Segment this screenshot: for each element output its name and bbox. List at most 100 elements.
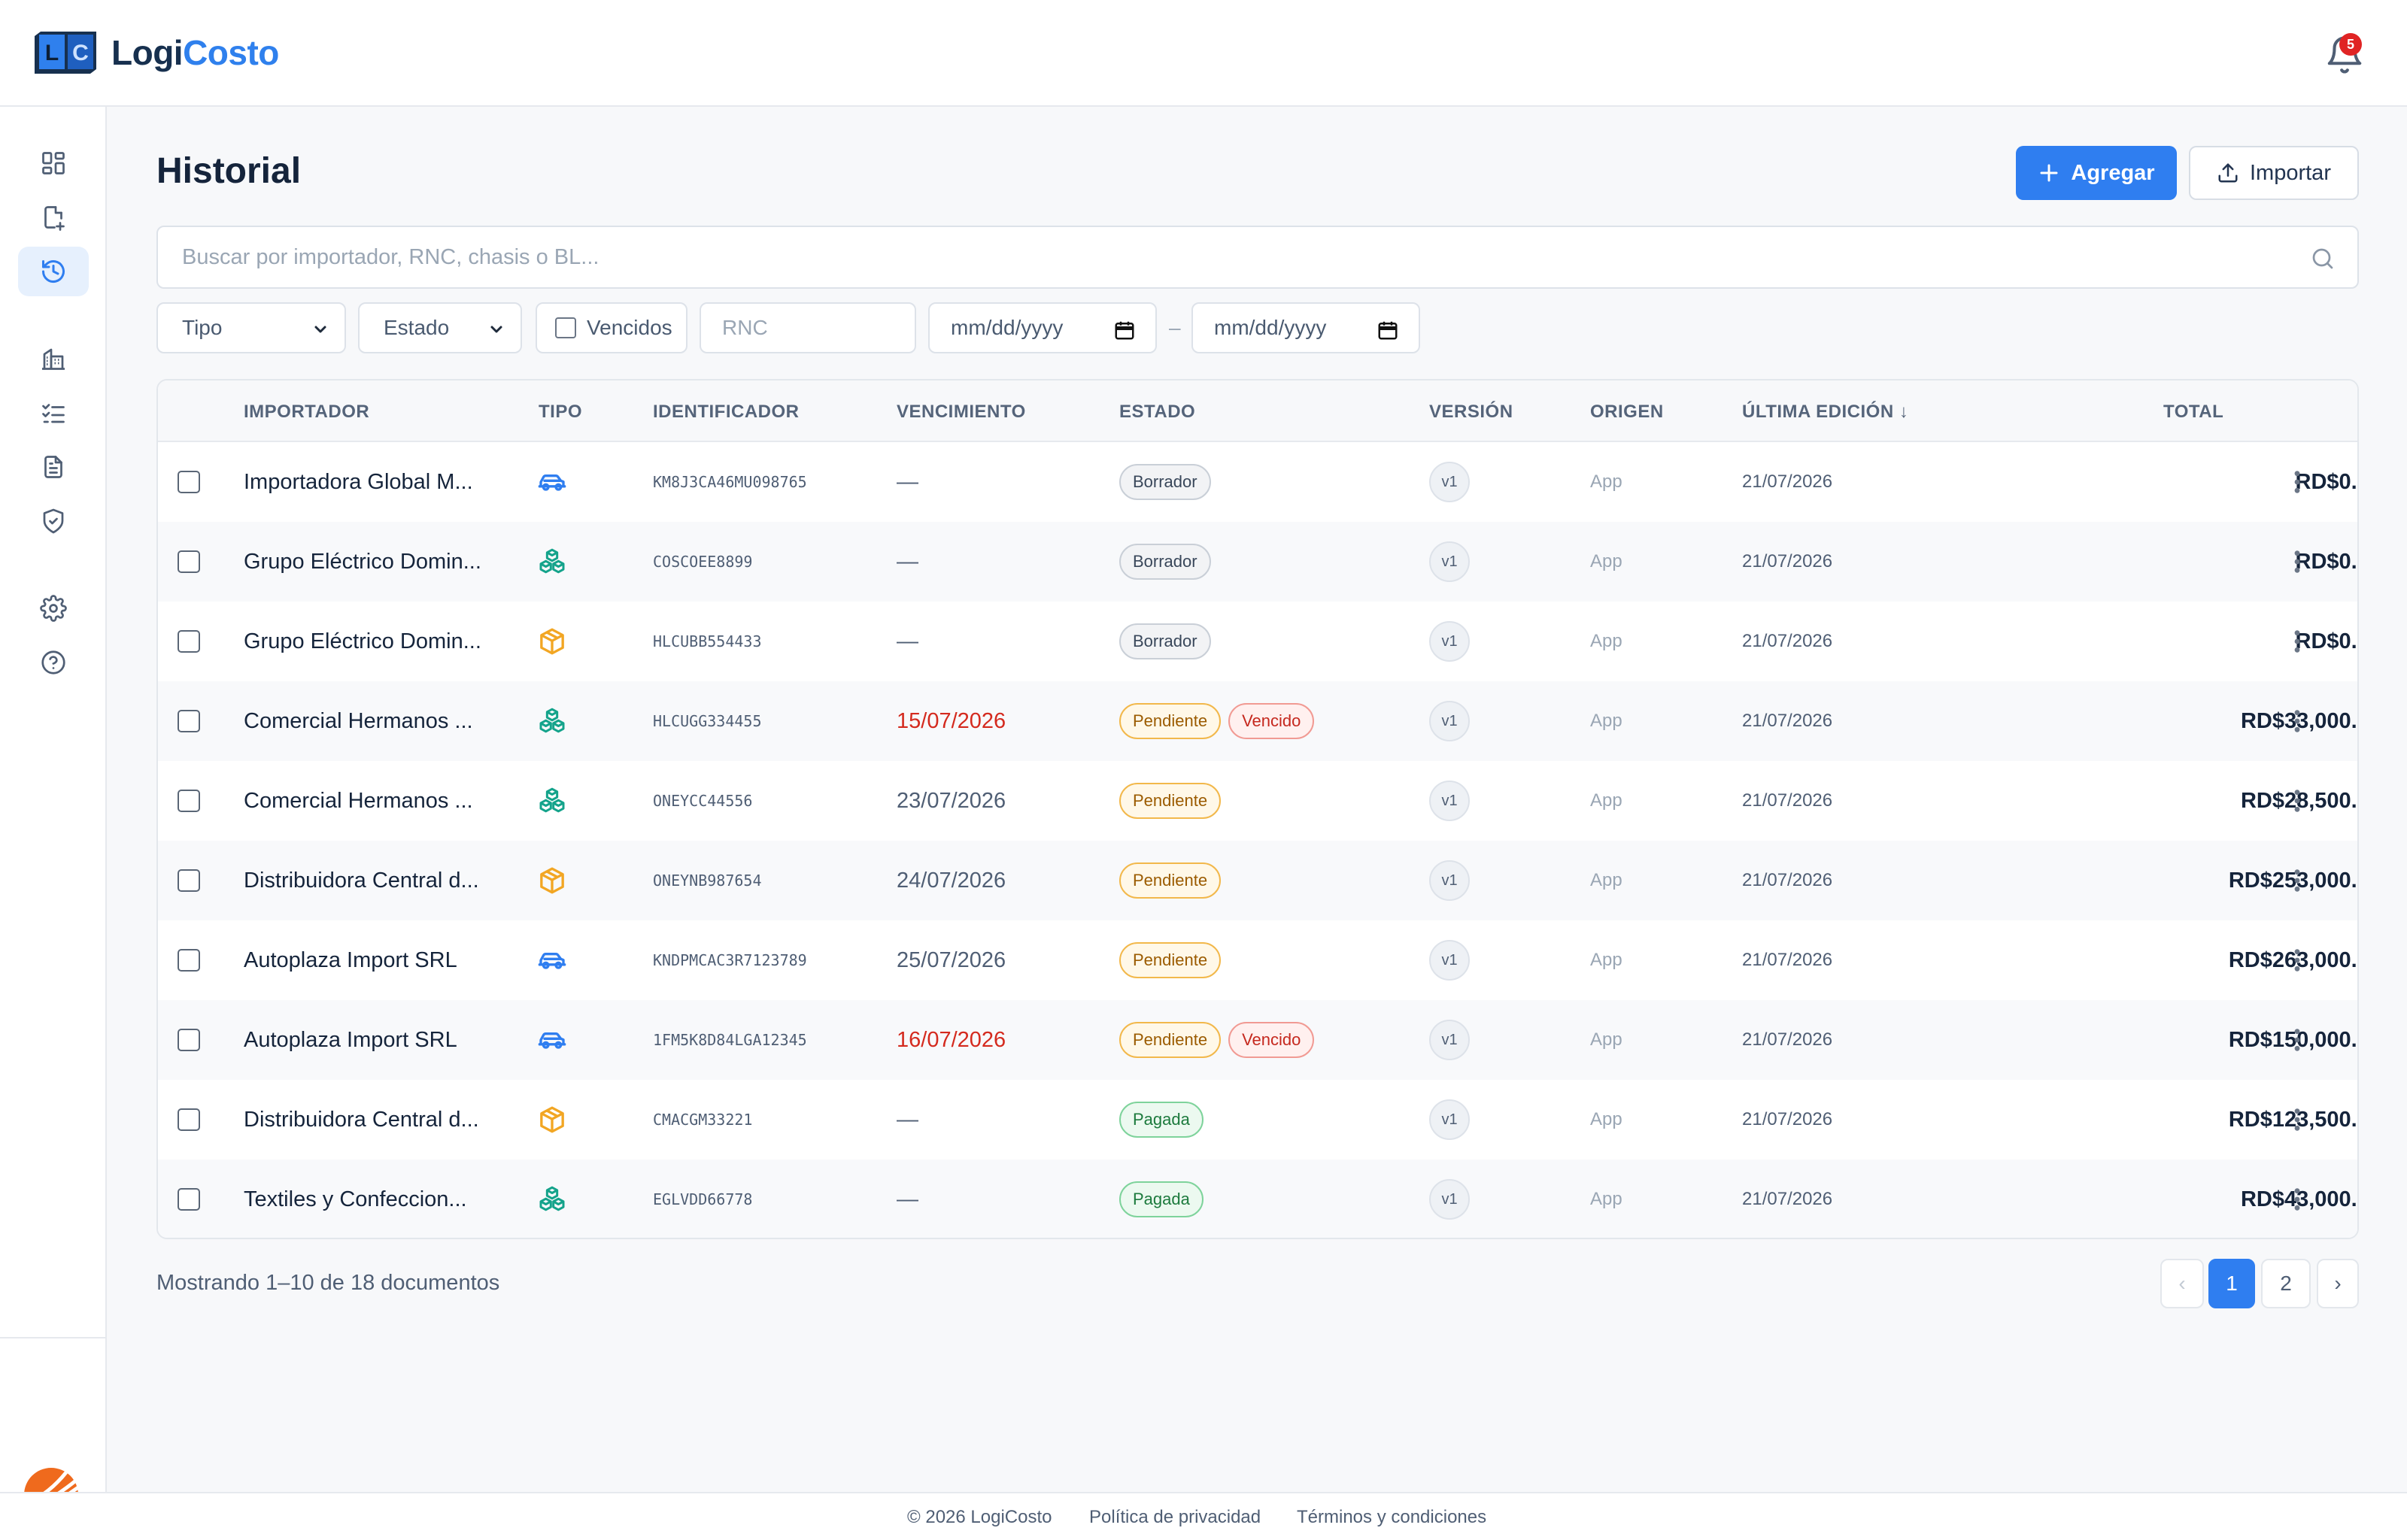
app-logo[interactable]: L C LogiCosto (35, 32, 279, 74)
search-icon[interactable] (2309, 245, 2336, 272)
table-row[interactable]: Grupo Eléctrico Domin... HLCUBB554433 — … (158, 602, 2357, 681)
last-edit-cell: 21/07/2026 (1742, 471, 1833, 492)
more-options-icon[interactable] (2293, 1187, 2302, 1212)
table-row[interactable]: Comercial Hermanos ... ONEYCC44556 23/07… (158, 761, 2357, 841)
row-select-checkbox[interactable] (178, 630, 200, 653)
column-header-origin[interactable]: ORIGEN (1590, 402, 1664, 423)
identifier-cell: ONEYCC44556 (653, 792, 753, 810)
importer-cell[interactable]: Importadora Global M... (244, 442, 473, 522)
sidebar-item-help[interactable] (18, 638, 89, 687)
importer-cell[interactable]: Grupo Eléctrico Domin... (244, 602, 481, 681)
table-row[interactable]: Autoplaza Import SRL KNDPMCAC3R7123789 2… (158, 920, 2357, 1000)
calendar-icon[interactable] (1377, 319, 1399, 341)
sidebar-item-new-document[interactable] (18, 192, 89, 242)
importer-cell[interactable]: Grupo Eléctrico Domin... (244, 522, 481, 602)
version-badge: v1 (1429, 1179, 1470, 1220)
type-filter-select[interactable]: Tipo (156, 302, 346, 353)
table-row[interactable]: Grupo Eléctrico Domin... COSCOEE8899 — B… (158, 522, 2357, 602)
version-badge: v1 (1429, 701, 1470, 741)
sidebar (0, 107, 107, 1523)
origin-cell: App (1590, 950, 1622, 970)
table-row[interactable]: Textiles y Confeccion... EGLVDD66778 — P… (158, 1160, 2357, 1238)
table-row[interactable]: Importadora Global M... KM8J3CA46MU09876… (158, 442, 2357, 522)
importer-cell[interactable]: Textiles y Confeccion... (244, 1160, 467, 1238)
table-row[interactable]: Distribuidora Central d... ONEYNB987654 … (158, 841, 2357, 920)
add-button[interactable]: Agregar (2016, 146, 2177, 200)
status-badge: Pagada (1119, 1102, 1204, 1138)
sidebar-item-settings[interactable] (18, 584, 89, 633)
identifier-cell: ONEYNB987654 (653, 872, 762, 890)
due-date-cell: — (897, 1187, 918, 1211)
row-select-checkbox[interactable] (178, 1188, 200, 1211)
rnc-filter-input[interactable]: RNC (700, 302, 916, 353)
more-options-icon[interactable] (2293, 469, 2302, 495)
importer-cell[interactable]: Distribuidora Central d... (244, 1080, 479, 1160)
column-header-due[interactable]: VENCIMIENTO (897, 402, 1026, 423)
sidebar-item-companies[interactable] (18, 334, 89, 383)
column-header-version[interactable]: VERSIÓN (1429, 402, 1513, 423)
importer-cell[interactable]: Comercial Hermanos ... (244, 761, 473, 841)
sidebar-item-reports[interactable] (18, 442, 89, 492)
total-cell: RD$150,000.00 (2228, 1027, 2357, 1052)
pagination-page-1[interactable]: 1 (2208, 1259, 2255, 1308)
row-select-checkbox[interactable] (178, 710, 200, 732)
origin-cell: App (1590, 471, 1622, 492)
identifier-cell: HLCUBB554433 (653, 632, 762, 650)
pagination-prev-button[interactable]: ‹ (2160, 1259, 2204, 1308)
due-date-cell: — (897, 549, 918, 574)
row-select-checkbox[interactable] (178, 550, 200, 573)
date-to-input[interactable]: mm/dd/yyyy (1191, 302, 1420, 353)
more-options-icon[interactable] (2293, 788, 2302, 814)
status-filter-value: Estado (384, 316, 450, 339)
date-from-input[interactable]: mm/dd/yyyy (928, 302, 1157, 353)
import-button[interactable]: Importar (2189, 146, 2359, 200)
row-select-checkbox[interactable] (178, 471, 200, 493)
origin-cell: App (1590, 1109, 1622, 1129)
pagination-next-button[interactable]: › (2317, 1259, 2359, 1308)
importer-cell[interactable]: Autoplaza Import SRL (244, 1000, 457, 1080)
more-options-icon[interactable] (2293, 868, 2302, 893)
column-header-last-edit[interactable]: ÚLTIMA EDICIÓN ↓ (1742, 402, 1908, 423)
footer-copyright: © 2026 LogiCosto (907, 1507, 1052, 1527)
footer-privacy-link[interactable]: Política de privacidad (1089, 1507, 1261, 1528)
column-header-status[interactable]: ESTADO (1119, 402, 1195, 423)
column-header-identifier[interactable]: IDENTIFICADOR (653, 402, 800, 423)
due-date-cell: 24/07/2026 (897, 868, 1006, 893)
table-row[interactable]: Comercial Hermanos ... HLCUGG334455 15/0… (158, 681, 2357, 761)
footer-terms-link[interactable]: Términos y condiciones (1297, 1507, 1486, 1528)
overdue-filter-checkbox[interactable]: Vencidos (536, 302, 687, 353)
overdue-checkbox[interactable] (555, 317, 576, 338)
sidebar-item-compliance[interactable] (18, 496, 89, 546)
search-input[interactable]: Buscar por importador, RNC, chasis o BL.… (156, 226, 2359, 289)
more-options-icon[interactable] (2293, 947, 2302, 973)
row-select-checkbox[interactable] (178, 949, 200, 972)
status-badge: Pendiente (1119, 862, 1222, 899)
row-select-checkbox[interactable] (178, 790, 200, 812)
row-select-checkbox[interactable] (178, 1029, 200, 1051)
table-row[interactable]: Distribuidora Central d... CMACGM33221 —… (158, 1080, 2357, 1160)
more-options-icon[interactable] (2293, 1027, 2302, 1053)
table-row[interactable]: Autoplaza Import SRL 1FM5K8D84LGA12345 1… (158, 1000, 2357, 1080)
more-options-icon[interactable] (2293, 1107, 2302, 1132)
sidebar-divider (0, 1337, 107, 1338)
pagination-page-2[interactable]: 2 (2261, 1259, 2311, 1308)
calendar-icon[interactable] (1113, 319, 1136, 341)
sidebar-item-history[interactable] (18, 247, 89, 296)
search-placeholder: Buscar por importador, RNC, chasis o BL.… (182, 245, 599, 269)
status-filter-select[interactable]: Estado (358, 302, 522, 353)
column-header-type[interactable]: TIPO (539, 402, 582, 423)
more-options-icon[interactable] (2293, 549, 2302, 574)
more-options-icon[interactable] (2293, 629, 2302, 654)
importer-cell[interactable]: Autoplaza Import SRL (244, 920, 457, 1000)
identifier-cell: HLCUGG334455 (653, 712, 762, 730)
importer-cell[interactable]: Distribuidora Central d... (244, 841, 479, 920)
sidebar-item-dashboard[interactable] (18, 138, 89, 188)
date-range-separator: – (1169, 316, 1181, 339)
row-select-checkbox[interactable] (178, 1108, 200, 1131)
importer-cell[interactable]: Comercial Hermanos ... (244, 681, 473, 761)
column-header-importer[interactable]: IMPORTADOR (244, 402, 369, 423)
more-options-icon[interactable] (2293, 708, 2302, 734)
column-header-total[interactable]: TOTAL (2163, 402, 2223, 423)
sidebar-item-tasks[interactable] (18, 388, 89, 438)
row-select-checkbox[interactable] (178, 869, 200, 892)
